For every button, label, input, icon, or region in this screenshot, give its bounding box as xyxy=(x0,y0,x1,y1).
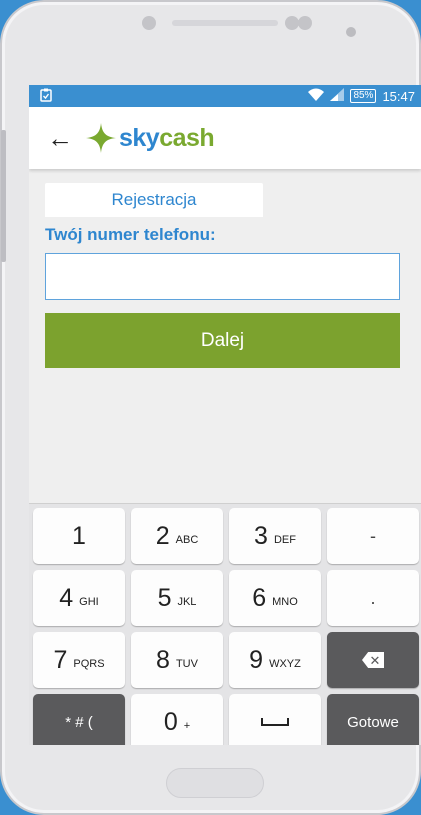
key-3[interactable]: 3 DEF xyxy=(229,508,321,564)
skycash-star-icon xyxy=(86,123,116,153)
phone-number-label: Twój numer telefonu: xyxy=(45,225,216,244)
sensor-icon xyxy=(285,16,299,30)
key-6[interactable]: 6 MNO xyxy=(229,570,321,626)
key-9[interactable]: 9 WXYZ xyxy=(229,632,321,688)
app-bar: ← skycash xyxy=(29,107,421,169)
key-1[interactable]: 1 xyxy=(33,508,125,564)
tab-bar: Rejestracja xyxy=(29,183,421,217)
wifi-icon xyxy=(308,88,325,104)
backspace-button[interactable]: ✕ xyxy=(327,632,419,688)
key-space[interactable] xyxy=(229,694,321,745)
key-dot[interactable]: . xyxy=(327,570,419,626)
side-button xyxy=(1,130,6,262)
screen: 85% 15:47 ← skycash Rejestracja Twój num… xyxy=(29,85,421,745)
camera-icon xyxy=(142,16,156,30)
phone-frame: 85% 15:47 ← skycash Rejestracja Twój num… xyxy=(0,0,421,815)
sensor-icon xyxy=(298,16,312,30)
key-symbols[interactable]: * # ( xyxy=(33,694,125,745)
front-camera-icon xyxy=(346,27,356,37)
key-7[interactable]: 7 PQRS xyxy=(33,632,125,688)
key-minus[interactable]: - xyxy=(327,508,419,564)
next-button[interactable]: Dalej xyxy=(45,313,400,368)
speaker-grille xyxy=(172,20,278,26)
clipboard-notification-icon xyxy=(39,88,53,105)
space-icon xyxy=(261,718,289,726)
clock: 15:47 xyxy=(382,88,415,104)
backspace-icon: ✕ xyxy=(362,652,384,668)
home-button[interactable] xyxy=(166,768,264,798)
back-arrow-icon[interactable]: ← xyxy=(47,123,77,154)
logo-cash-text: cash xyxy=(159,123,215,152)
signal-icon xyxy=(330,88,345,104)
key-2[interactable]: 2 ABC xyxy=(131,508,223,564)
tab-rejestracja[interactable]: Rejestracja xyxy=(45,183,263,217)
key-4[interactable]: 4 GHI xyxy=(33,570,125,626)
key-5[interactable]: 5 JKL xyxy=(131,570,223,626)
skycash-logo: skycash xyxy=(85,122,215,154)
key-8[interactable]: 8 TUV xyxy=(131,632,223,688)
numeric-keyboard: 1 2 ABC 3 DEF - 4 GHI 5 JKL 6 MNO . 7 PQRS 8 TU… xyxy=(29,503,421,745)
battery-indicator: 85% xyxy=(350,89,377,103)
phone-number-input[interactable] xyxy=(45,253,400,300)
status-bar: 85% 15:47 xyxy=(29,85,421,107)
key-0[interactable]: 0 + xyxy=(131,694,223,745)
done-button[interactable]: Gotowe xyxy=(327,694,419,745)
logo-sky-text: sky xyxy=(119,123,160,152)
